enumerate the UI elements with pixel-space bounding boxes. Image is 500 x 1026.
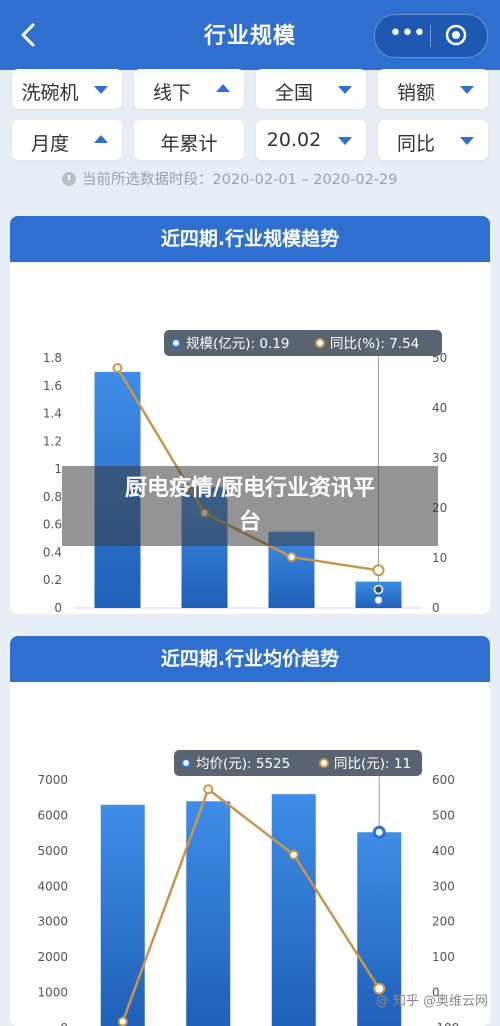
- bar-20.01: [271, 794, 316, 1026]
- y-left-tick-label: 3000: [37, 915, 68, 929]
- mini-program-capsule: •••: [374, 14, 488, 58]
- y-right-tick-label: 300: [432, 879, 455, 893]
- filter-region-label: 全国: [274, 82, 313, 104]
- yoy-point-19.12: [203, 784, 214, 795]
- tooltip-series2-text: 同比(元): 11: [334, 756, 411, 772]
- chevron-down-icon: [338, 137, 352, 145]
- filter-category[interactable]: 洗碗机: [12, 69, 122, 109]
- filter-region[interactable]: 全国: [256, 69, 366, 109]
- y-right-tick-label: 600: [432, 773, 455, 787]
- filter-period-label: 20.02: [266, 129, 322, 151]
- y-left-tick-label: 1.4: [43, 407, 62, 421]
- filter-comparison-label: 同比: [396, 133, 435, 155]
- yoy-point-20.01: [288, 849, 299, 860]
- selected-period: 当前所选数据时段：2020-02-01 – 2020-02-29: [62, 168, 398, 189]
- filter-granularity[interactable]: 月度: [12, 120, 122, 160]
- price-trend-chart[interactable]: 01000200030004000500060007000-1000100200…: [10, 682, 490, 1026]
- filter-comparison[interactable]: 同比: [378, 120, 488, 160]
- scale-trend-chart[interactable]: 00.20.40.60.811.21.41.61.80102030405019.…: [10, 262, 490, 614]
- watermark-line-2: 台: [238, 510, 261, 535]
- tooltip-series1-dot: [171, 338, 181, 348]
- tooltip-series1-dot: [181, 758, 191, 768]
- y-right-tick-label: 10: [432, 551, 447, 565]
- y-right-tick-label: 200: [432, 915, 455, 929]
- bar-highlight-point: [372, 593, 385, 607]
- y-left-tick-label: 0.2: [43, 573, 62, 587]
- chevron-down-icon: [338, 86, 352, 94]
- y-right-tick-label: -100: [432, 1021, 459, 1026]
- y-right-tick-label: 500: [432, 808, 455, 822]
- filter-category-label: 洗碗机: [21, 82, 79, 104]
- y-left-tick-label: 0: [54, 601, 62, 614]
- watermark-overlay: 厨电疫情/厨电行业资讯平 台: [62, 466, 438, 546]
- tooltip-series2-dot: [315, 338, 325, 348]
- filter-metric[interactable]: 销额: [378, 69, 488, 109]
- close-target-icon[interactable]: [445, 24, 467, 46]
- y-left-tick-label: 7000: [37, 773, 68, 787]
- price-trend-title: 近四期.行业均价趋势: [10, 636, 490, 682]
- filter-cumulative-label: 年累计: [160, 133, 218, 155]
- tooltip-series2-dot: [319, 758, 329, 768]
- y-left-tick-label: 4000: [37, 879, 68, 893]
- filter-channel-label: 线下: [152, 82, 191, 104]
- y-left-tick-label: 2000: [37, 950, 68, 964]
- y-left-tick-label: 6000: [37, 808, 68, 822]
- chevron-up-icon: [216, 84, 230, 92]
- chevron-down-icon: [460, 137, 474, 145]
- y-left-tick-label: 1.6: [43, 379, 62, 393]
- y-left-tick-label: 0.8: [43, 490, 62, 504]
- y-right-tick-label: 100: [432, 950, 455, 964]
- yoy-point-19.11: [112, 363, 123, 373]
- y-right-tick-label: 400: [432, 844, 455, 858]
- y-left-tick-label: 0.4: [43, 545, 62, 559]
- yoy-point-20.01: [286, 552, 297, 562]
- tooltip-series1-text: 均价(元): 5525: [196, 756, 290, 772]
- scale-trend-title: 近四期.行业规模趋势: [10, 216, 490, 262]
- scale-trend-card: 近四期.行业规模趋势 0 0.2 0.4 0.6 0.8 1 1.2 1.4 1.6 1.8 0 10…: [10, 216, 490, 614]
- chevron-up-icon: [94, 135, 108, 143]
- more-options-icon[interactable]: •••: [389, 23, 426, 45]
- y-right-tick-label: 0: [432, 601, 440, 614]
- filter-period[interactable]: 20.02: [256, 120, 366, 160]
- corner-watermark: @ 知乎 @奥维云网: [375, 994, 488, 1009]
- filter-granularity-label: 月度: [30, 133, 69, 155]
- chevron-down-icon: [94, 86, 108, 94]
- yoy-line: [121, 787, 381, 1023]
- y-left-tick-label: 1.8: [43, 351, 62, 365]
- y-left-tick-label: 0.6: [43, 518, 62, 532]
- y-right-tick-label: 30: [432, 451, 447, 465]
- capsule-divider: [430, 25, 431, 47]
- filter-cumulative[interactable]: 年累计: [134, 120, 244, 160]
- y-left-tick-label: 1: [54, 462, 62, 476]
- selected-period-text: 当前所选数据时段：2020-02-01 – 2020-02-29: [82, 172, 398, 188]
- bar-19.11: [100, 804, 145, 1026]
- bar-highlight-point: [372, 825, 386, 839]
- top-app-bar: 行业规模 •••: [0, 0, 500, 70]
- bar-19.12: [186, 801, 231, 1026]
- y-left-tick-label: 1000: [37, 986, 68, 1000]
- price-trend-card: 近四期.行业均价趋势 0 1000 2000 3000 4000 5000 6000 7000…: [10, 636, 490, 1026]
- y-left-tick-label: 1.2: [43, 434, 62, 448]
- filter-channel[interactable]: 线下: [134, 69, 244, 109]
- yoy-point-19.11: [117, 1016, 128, 1026]
- filter-metric-label: 销额: [396, 82, 435, 104]
- clock-icon: [62, 172, 76, 186]
- y-left-tick-label: 0: [60, 1021, 68, 1026]
- tooltip-series2-text: 同比(%): 7.54: [330, 336, 419, 352]
- tooltip-series1-text: 规模(亿元): 0.19: [186, 336, 289, 352]
- chevron-down-icon: [460, 86, 474, 94]
- yoy-point-20.02: [372, 564, 385, 577]
- watermark-line-1: 厨电疫情/厨电行业资讯平: [124, 476, 376, 501]
- y-right-tick-label: 40: [432, 401, 447, 415]
- bar-highlight-marker: [373, 584, 384, 595]
- y-left-tick-label: 5000: [37, 844, 68, 858]
